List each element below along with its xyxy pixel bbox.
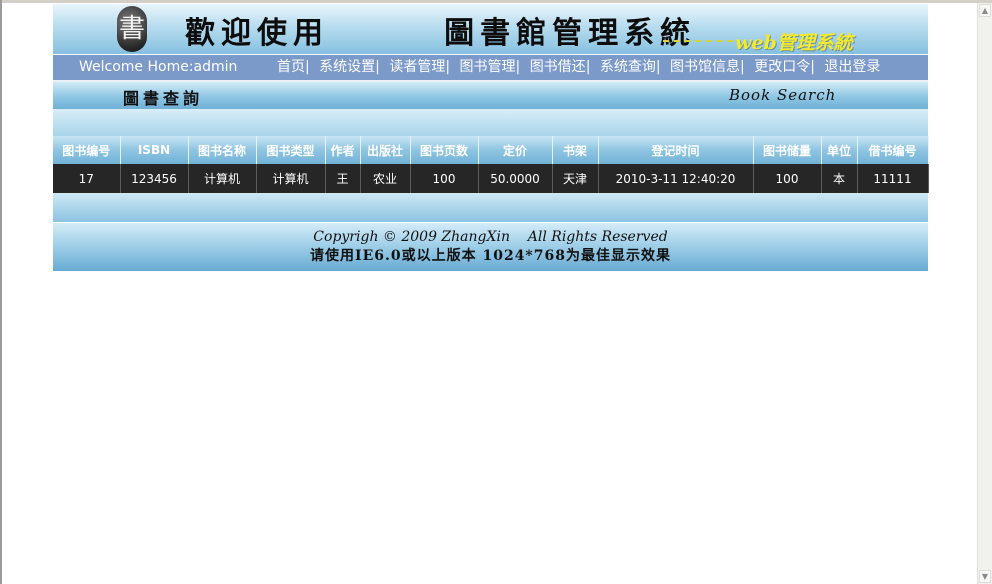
- table-row: 17 123456 计算机 计算机 王 农业 100 50.0000 天津 20…: [53, 164, 929, 193]
- column-header: 作者: [325, 136, 361, 164]
- column-header: 定价: [478, 136, 553, 164]
- nav-separator: |: [515, 59, 521, 75]
- column-header: 出版社: [360, 136, 411, 164]
- nav-separator: |: [305, 59, 310, 75]
- table-cell: 2010-3-11 12:40:20: [598, 164, 754, 193]
- banner-subtitle: web管理系統: [735, 32, 853, 54]
- nav-separator: |: [810, 59, 815, 75]
- table-cell: 天津: [552, 164, 599, 193]
- nav-bar: Welcome Home:admin 首页| 系统设置| 读者管理| 图书管理|…: [53, 55, 928, 82]
- column-header: 单位: [821, 136, 858, 164]
- window-left-border: [0, 0, 2, 584]
- table-cell: 50.0000: [478, 164, 553, 193]
- section-spacer: [53, 109, 928, 136]
- column-header: 图书编号: [53, 136, 121, 164]
- nav-link-system-settings[interactable]: 系统设置: [319, 59, 375, 75]
- scroll-down-icon[interactable]: ▼: [979, 570, 991, 583]
- table-header-row: 图书编号 ISBN 图书名称 图书类型 作者 出版社 图书页数 定价 书架 登记…: [53, 136, 929, 164]
- column-header: 图书类型: [256, 136, 326, 164]
- section-header: 圖書查詢 Book Search: [53, 82, 928, 109]
- nav-menu: 首页| 系统设置| 读者管理| 图书管理| 图书借还| 系统查询| 图书馆信息|…: [277, 55, 880, 80]
- nav-link-borrow-return[interactable]: 图书借还: [530, 59, 586, 75]
- welcome-text: Welcome Home:admin: [79, 59, 238, 75]
- table-cell: 123456: [120, 164, 189, 193]
- section-title-en: Book Search: [729, 86, 837, 104]
- nav-link-logout[interactable]: 退出登录: [824, 59, 880, 75]
- seal-logo: 書: [117, 6, 147, 52]
- table-cell: 11111: [857, 164, 929, 193]
- vertical-scrollbar[interactable]: ▲ ▼: [977, 3, 992, 584]
- column-header: 图书名称: [188, 136, 257, 164]
- nav-link-change-password[interactable]: 更改口令: [754, 59, 810, 75]
- footer-note: 请使用IE6.0或以上版本 1024*768为最佳显示效果: [310, 248, 671, 264]
- table-cell: 计算机: [188, 164, 257, 193]
- table-cell: 17: [53, 164, 121, 193]
- nav-link-book-management[interactable]: 图书管理: [460, 59, 516, 75]
- nav-link-home[interactable]: 首页: [277, 59, 305, 75]
- nav-separator: |: [375, 59, 380, 75]
- column-header: 借书编号: [857, 136, 929, 164]
- banner-dash-decoration: [663, 40, 733, 42]
- nav-separator: |: [585, 59, 591, 75]
- footer-copyright: Copyrigh © 2009 ZhangXin All Rights Rese…: [313, 229, 668, 245]
- book-table: 图书编号 ISBN 图书名称 图书类型 作者 出版社 图书页数 定价 书架 登记…: [53, 136, 929, 193]
- header-banner: 書 歡迎使用 圖書館管理系統 web管理系統: [53, 4, 928, 54]
- column-header: ISBN: [120, 136, 189, 164]
- window-top-border: [0, 0, 992, 3]
- table-cell: 王: [325, 164, 361, 193]
- column-header: 图书储量: [753, 136, 822, 164]
- banner-title: 歡迎使用 圖書館管理系統: [185, 16, 697, 51]
- page-footer: Copyrigh © 2009 ZhangXin All Rights Rese…: [53, 223, 928, 271]
- nav-link-system-query[interactable]: 系统查询: [600, 59, 656, 75]
- table-cell: 100: [410, 164, 479, 193]
- nav-separator: |: [740, 59, 745, 75]
- column-header: 书架: [552, 136, 599, 164]
- nav-link-library-info[interactable]: 图书馆信息: [670, 59, 740, 75]
- nav-link-reader-management[interactable]: 读者管理: [389, 59, 445, 75]
- nav-separator: |: [445, 59, 451, 75]
- table-cell: 计算机: [256, 164, 326, 193]
- page-container: 書 歡迎使用 圖書館管理系統 web管理系統 Welcome Home:admi…: [53, 4, 929, 271]
- column-header: 登记时间: [598, 136, 754, 164]
- scroll-up-icon[interactable]: ▲: [979, 4, 991, 17]
- nav-separator: |: [655, 59, 661, 75]
- column-header: 图书页数: [410, 136, 479, 164]
- section-title: 圖書查詢: [123, 89, 204, 108]
- table-cell: 本: [821, 164, 858, 193]
- table-bottom-spacer: [53, 193, 928, 222]
- table-cell: 农业: [360, 164, 411, 193]
- table-cell: 100: [753, 164, 822, 193]
